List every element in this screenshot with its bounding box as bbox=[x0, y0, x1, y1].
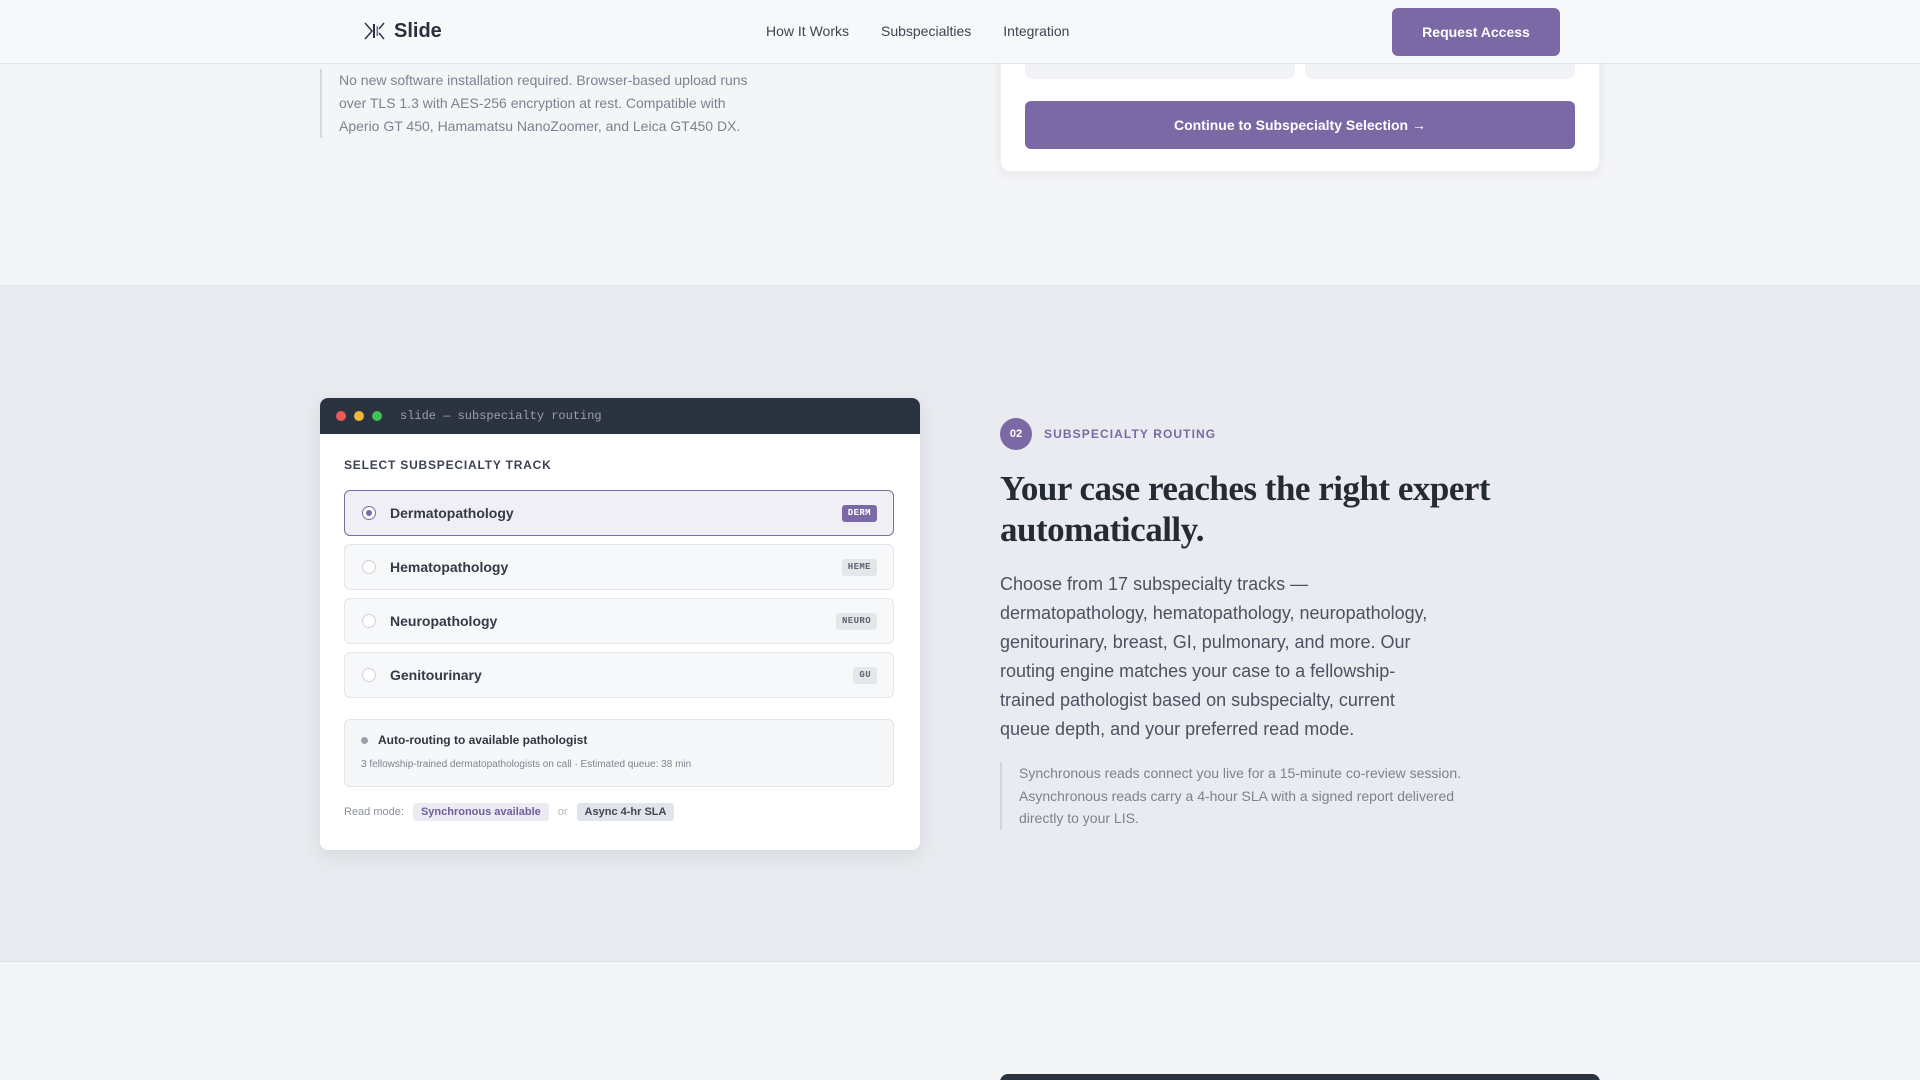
track-badge: HEME bbox=[841, 559, 877, 576]
async-mode-pill[interactable]: Async 4-hr SLA bbox=[576, 803, 675, 821]
status-dot-icon bbox=[361, 737, 368, 744]
microscope-slide-icon bbox=[364, 22, 385, 40]
radio-selected-icon[interactable] bbox=[362, 506, 376, 520]
radio-icon[interactable] bbox=[362, 614, 376, 628]
window-title: slide — subspecialty routing bbox=[400, 409, 602, 423]
track-name: Genitourinary bbox=[390, 667, 482, 683]
routing-window: slide — subspecialty routing SELECT SUBS… bbox=[320, 398, 920, 850]
track-option-dermatopathology[interactable]: Dermatopathology DERM bbox=[344, 490, 894, 536]
read-mode-note: Synchronous reads connect you live for a… bbox=[1000, 762, 1470, 830]
request-access-button[interactable]: Request Access bbox=[1392, 8, 1560, 56]
auto-routing-subtitle: 3 fellowship-trained dermatopathologists… bbox=[361, 759, 692, 770]
nav-integration[interactable]: Integration bbox=[1003, 23, 1069, 39]
sync-mode-pill[interactable]: Synchronous available bbox=[412, 803, 549, 821]
track-option-neuropathology[interactable]: Neuropathology NEURO bbox=[344, 598, 894, 644]
nav-subspecialties[interactable]: Subspecialties bbox=[881, 23, 971, 39]
track-option-hematopathology[interactable]: Hematopathology HEME bbox=[344, 544, 894, 590]
radio-icon[interactable] bbox=[362, 560, 376, 574]
track-name: Hematopathology bbox=[390, 559, 509, 575]
next-window-titlebar bbox=[1000, 1074, 1600, 1080]
minimize-dot-icon bbox=[354, 411, 364, 421]
track-option-genitourinary[interactable]: Genitourinary GU bbox=[344, 652, 894, 698]
auto-routing-panel: Auto-routing to available pathologist 3 … bbox=[344, 719, 894, 787]
section-body: Choose from 17 subspecialty tracks — der… bbox=[1000, 574, 1428, 739]
track-section-label: SELECT SUBSPECIALTY TRACK bbox=[344, 458, 552, 472]
site-header: Slide How It Works Subspecialties Integr… bbox=[0, 0, 1920, 64]
step-label: SUBSPECIALTY ROUTING bbox=[1044, 427, 1217, 441]
step-number-badge: 02 bbox=[1000, 418, 1032, 450]
close-dot-icon bbox=[336, 411, 346, 421]
read-mode-row: Read mode: Synchronous available or Asyn… bbox=[344, 803, 675, 821]
track-name: Dermatopathology bbox=[390, 505, 514, 521]
continue-button[interactable]: Continue to Subspecialty Selection → bbox=[1025, 101, 1575, 149]
upload-note: No new software installation required. B… bbox=[320, 69, 760, 138]
nav-how-it-works[interactable]: How It Works bbox=[766, 23, 849, 39]
window-titlebar: slide — subspecialty routing bbox=[320, 398, 920, 434]
track-badge: NEURO bbox=[835, 613, 877, 630]
main-nav: How It Works Subspecialties Integration bbox=[766, 23, 1069, 39]
track-badge: GU bbox=[853, 667, 877, 684]
maximize-dot-icon bbox=[372, 411, 382, 421]
auto-routing-title: Auto-routing to available pathologist bbox=[378, 733, 588, 747]
track-name: Neuropathology bbox=[390, 613, 498, 629]
brand-name: Slide bbox=[394, 19, 442, 42]
brand-logo[interactable]: Slide bbox=[362, 19, 442, 43]
radio-icon[interactable] bbox=[362, 668, 376, 682]
read-mode-label: Read mode: bbox=[344, 806, 404, 818]
or-separator: or bbox=[557, 806, 568, 818]
section-headline: Your case reaches the right expert autom… bbox=[1000, 469, 1491, 549]
next-section bbox=[0, 962, 1920, 1080]
routing-section: slide — subspecialty routing SELECT SUBS… bbox=[0, 286, 1920, 962]
track-badge: DERM bbox=[841, 505, 877, 522]
